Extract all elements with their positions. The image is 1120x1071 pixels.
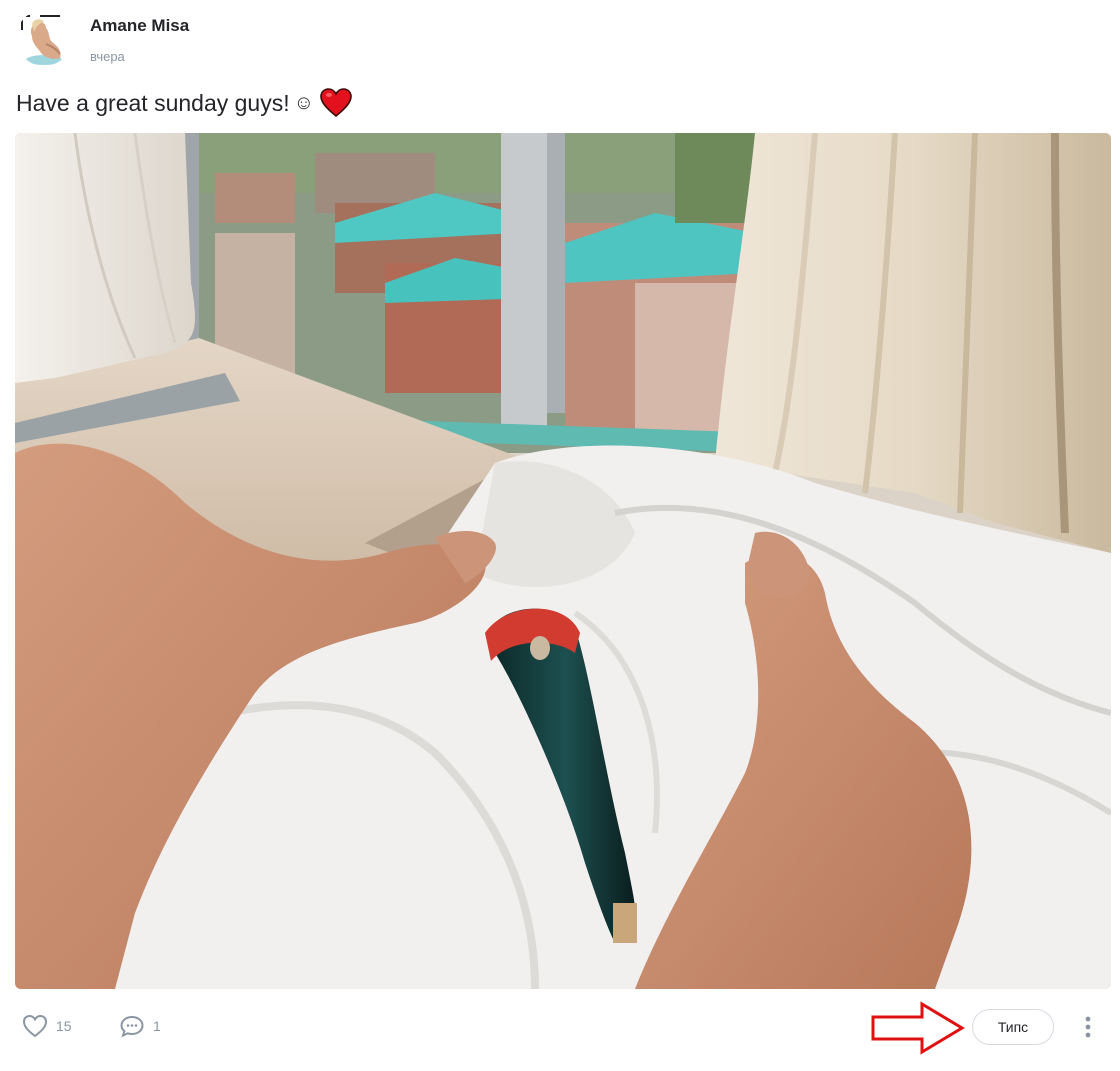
- red-heart-icon: [320, 88, 352, 118]
- like-count: 15: [56, 1018, 72, 1034]
- post-caption: Have a great sunday guys! ☺: [16, 86, 352, 120]
- post-photo[interactable]: [15, 133, 1111, 989]
- post-header: Amane Misa вчера: [16, 10, 189, 74]
- red-arrow-icon: [871, 1001, 965, 1055]
- caption-text: Have a great sunday guys!: [16, 90, 290, 116]
- post-card: Amane Misa вчера Have a great sunday guy…: [0, 0, 1120, 1071]
- avatar[interactable]: [16, 10, 72, 66]
- comment-bubble-icon: [120, 1015, 144, 1038]
- like-button[interactable]: 15: [22, 1014, 72, 1038]
- smile-emoji: ☺: [293, 92, 315, 114]
- avatar-photo: [16, 10, 72, 66]
- author-name[interactable]: Amane Misa: [90, 16, 189, 36]
- post-footer: 15 1 Типс: [0, 996, 1120, 1060]
- comment-button[interactable]: 1: [119, 1014, 161, 1038]
- photo-bedroom-window: [15, 133, 1111, 989]
- tips-button[interactable]: Типс: [972, 1009, 1054, 1045]
- comment-count: 1: [153, 1018, 161, 1034]
- vertical-dots-icon: [1085, 1016, 1091, 1038]
- post-time: вчера: [90, 49, 125, 64]
- heart-outline-icon: [22, 1014, 48, 1038]
- more-options-button[interactable]: [1076, 1010, 1100, 1044]
- author-info: Amane Misa вчера: [90, 16, 189, 65]
